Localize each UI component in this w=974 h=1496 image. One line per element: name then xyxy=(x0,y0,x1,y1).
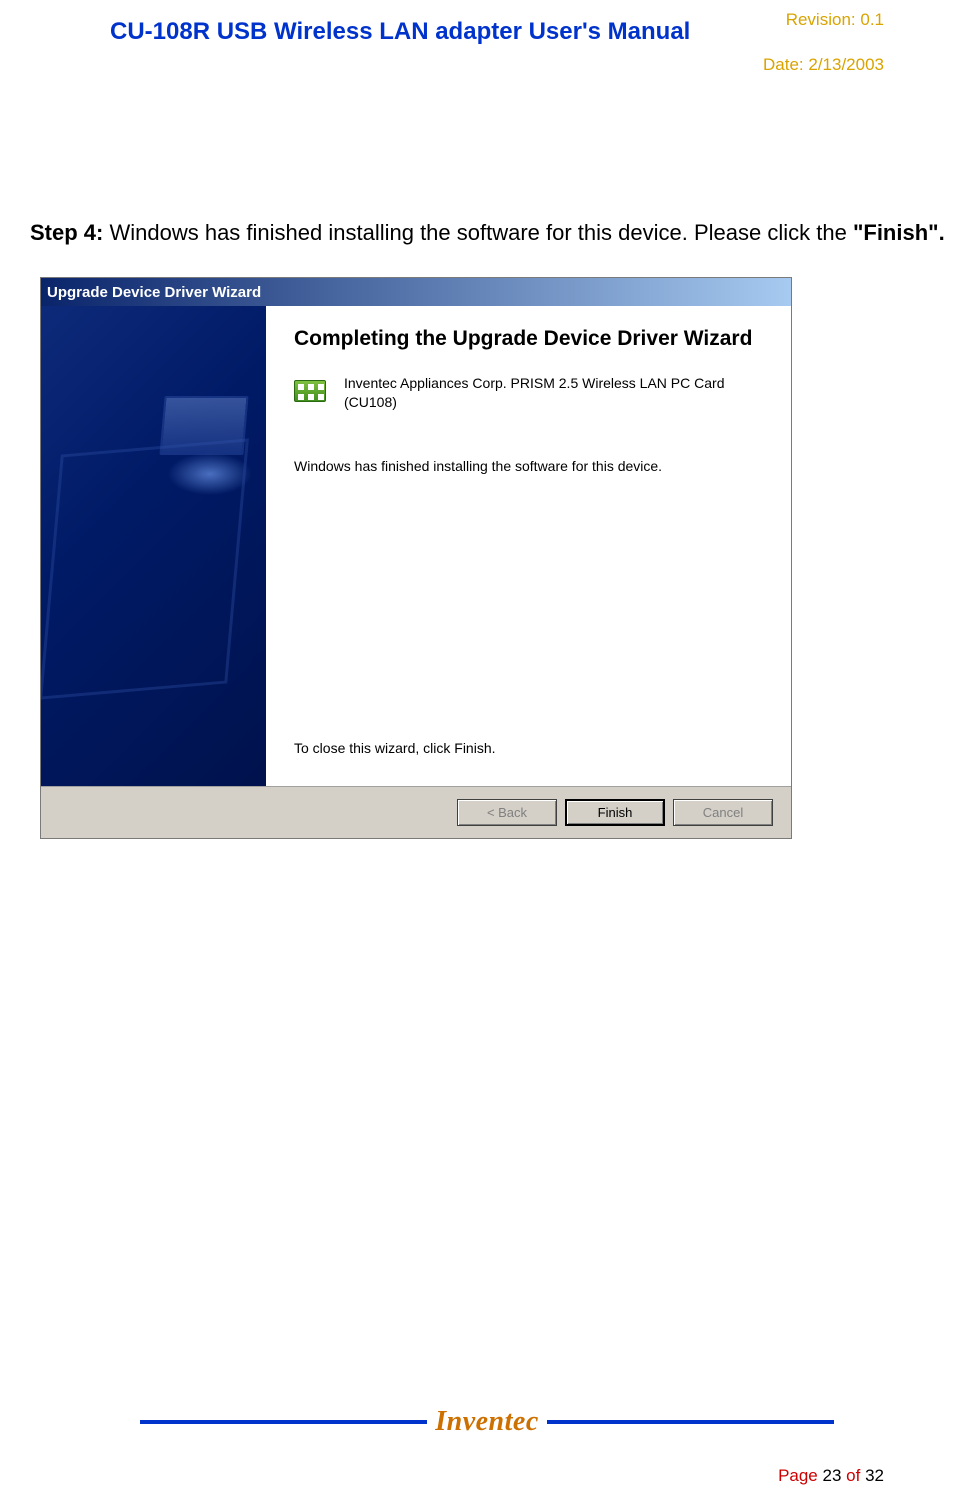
wizard-heading: Completing the Upgrade Device Driver Wiz… xyxy=(294,326,773,352)
cancel-button[interactable]: Cancel xyxy=(673,799,773,826)
footer-divider: Inventec xyxy=(0,1406,974,1438)
wizard-sidebar-graphic xyxy=(41,306,266,786)
wizard-finished-text: Windows has finished installing the soft… xyxy=(294,458,773,474)
wizard-footer: < Back Finish Cancel xyxy=(41,786,791,838)
step-label: Step 4: xyxy=(30,220,103,245)
step-paragraph: Step 4: Windows has finished installing … xyxy=(30,216,954,249)
device-name-text: Inventec Appliances Corp. PRISM 2.5 Wire… xyxy=(344,374,773,412)
finish-button[interactable]: Finish xyxy=(565,799,665,826)
device-card-icon xyxy=(294,374,330,408)
back-button[interactable]: < Back xyxy=(457,799,557,826)
step-finish-quote: "Finish". xyxy=(853,220,945,245)
step-body: Windows has finished installing the soft… xyxy=(103,220,853,245)
wizard-close-text: To close this wizard, click Finish. xyxy=(294,740,773,776)
wizard-titlebar-text: Upgrade Device Driver Wizard xyxy=(47,284,261,301)
wizard-titlebar: Upgrade Device Driver Wizard xyxy=(41,278,791,306)
revision-text: Revision: 0.1 xyxy=(786,10,884,30)
date-text: Date: 2/13/2003 xyxy=(763,55,884,75)
inventec-logo: Inventec xyxy=(427,1406,547,1438)
page-number: Page 23 of 32 xyxy=(778,1466,884,1486)
wizard-window: Upgrade Device Driver Wizard Completing … xyxy=(40,277,792,839)
